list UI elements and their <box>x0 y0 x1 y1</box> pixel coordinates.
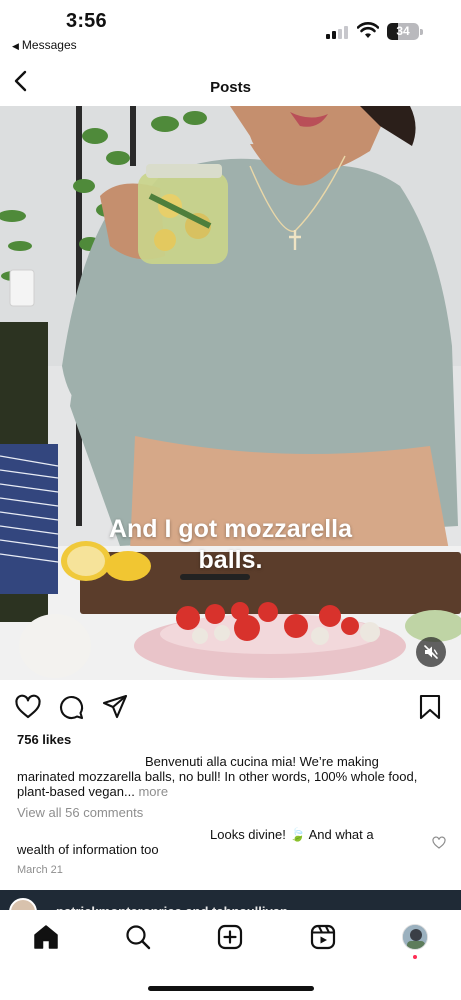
page-header: Posts <box>0 60 461 106</box>
view-all-comments-link[interactable]: View all 56 comments <box>17 805 143 820</box>
comment-bubble-icon[interactable] <box>57 693 85 721</box>
plus-square-icon[interactable] <box>216 923 244 951</box>
bottom-navigation <box>0 910 461 1000</box>
comment-preview: Looks divine! 🍃 And what a wealth of inf… <box>17 827 417 857</box>
speaker-muted-icon <box>424 645 438 659</box>
heart-icon[interactable] <box>14 693 42 721</box>
wifi-icon <box>357 22 379 38</box>
comment-like-heart-icon[interactable] <box>432 836 446 849</box>
battery-icon: 34 <box>387 23 423 40</box>
video-frame-illustration <box>0 106 461 680</box>
post-date: March 21 <box>17 864 63 876</box>
home-icon[interactable] <box>32 923 60 951</box>
back-app-label: Messages <box>21 38 77 52</box>
caption-more-link[interactable]: more <box>138 784 168 799</box>
post-actions <box>0 690 461 724</box>
likes-count[interactable]: 756 likes <box>17 732 71 747</box>
paper-plane-icon[interactable] <box>101 693 129 721</box>
status-bar: 3:56 ◀ Messages 34 <box>0 0 461 58</box>
comment-line-2: wealth of information too <box>17 842 159 857</box>
reels-icon[interactable] <box>309 923 337 951</box>
video-caption-line-1: And I got mozzarella <box>108 515 353 543</box>
back-triangle-icon: ◀ <box>12 41 19 51</box>
home-indicator <box>148 986 314 991</box>
video-caption: And I got mozzarella balls. <box>0 514 461 576</box>
profile-avatar[interactable] <box>402 924 428 950</box>
back-to-app-link[interactable]: ◀ Messages <box>12 38 77 52</box>
battery-level: 34 <box>396 24 410 38</box>
post-caption: Benvenuti alla cucina mia! We’re making … <box>17 754 449 799</box>
mute-toggle-button[interactable] <box>416 637 446 667</box>
notification-dot <box>413 955 417 959</box>
status-time: 3:56 <box>66 10 107 32</box>
caption-line-1: Benvenuti alla cucina mia! We’re making <box>145 754 379 769</box>
profile-photo <box>403 925 427 949</box>
comment-line-1: Looks divine! 🍃 And what a <box>210 827 374 842</box>
caption-line-2: marinated mozzarella balls, no bull! In … <box>17 769 418 784</box>
video-caption-line-2: balls. <box>198 546 263 574</box>
cellular-signal-icon <box>326 26 350 39</box>
bookmark-icon[interactable] <box>416 693 444 721</box>
search-icon[interactable] <box>124 923 152 951</box>
post-video[interactable]: And I got mozzarella balls. <box>0 106 461 680</box>
caption-line-3: plant-based vegan... <box>17 784 135 799</box>
page-title: Posts <box>210 79 251 96</box>
